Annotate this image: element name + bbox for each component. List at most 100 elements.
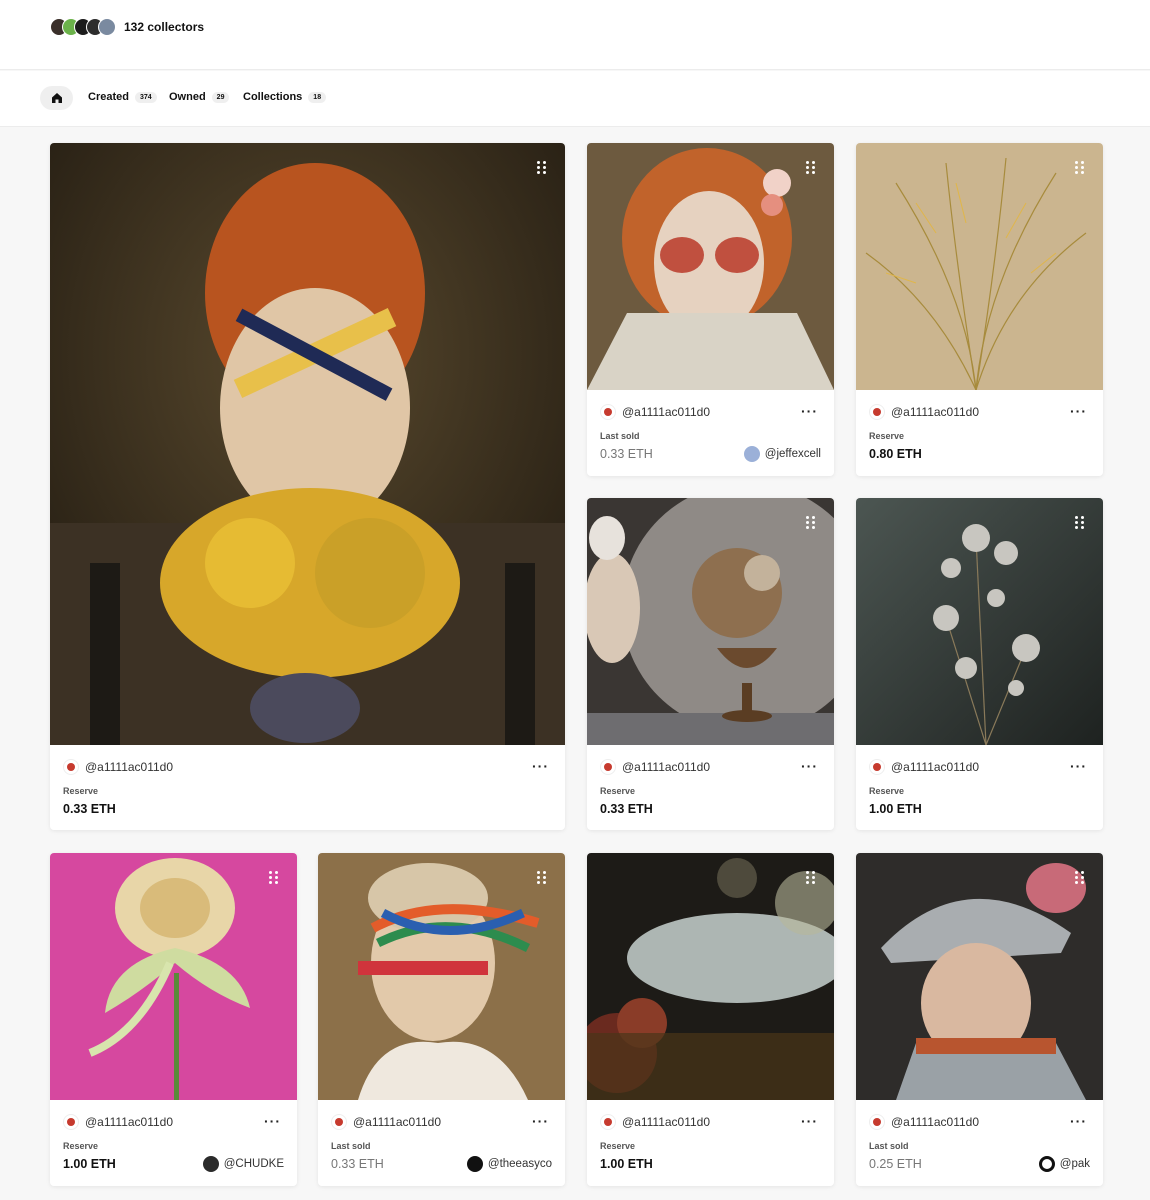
drag-handle-icon[interactable] bbox=[1075, 516, 1085, 530]
creator-handle[interactable]: @a1111ac011d0 bbox=[622, 760, 710, 774]
profile-tabs: Created 374 Owned 29 Collections 18 bbox=[0, 71, 1150, 127]
owner-avatar bbox=[743, 446, 760, 462]
price-label: Reserve bbox=[600, 786, 636, 796]
owner[interactable]: @jeffexcell bbox=[743, 446, 821, 462]
artwork-image[interactable] bbox=[587, 143, 834, 390]
artwork-card[interactable]: @a1111ac011d0 ··· Reserve 1.00 ETH bbox=[856, 498, 1103, 830]
artwork-image[interactable] bbox=[50, 143, 565, 745]
creator[interactable]: @a1111ac011d0 bbox=[869, 404, 979, 420]
more-options-icon[interactable]: ··· bbox=[801, 758, 818, 774]
artwork-card[interactable]: @a1111ac011d0 ··· Last sold 0.25 ETH @pa… bbox=[856, 853, 1103, 1186]
tab-label: Owned bbox=[169, 91, 206, 103]
creator[interactable]: @a1111ac011d0 bbox=[63, 1114, 173, 1130]
more-options-icon[interactable]: ··· bbox=[1070, 403, 1087, 419]
artwork-image[interactable] bbox=[856, 498, 1103, 745]
creator-avatar bbox=[869, 759, 885, 775]
artwork-image[interactable] bbox=[856, 853, 1103, 1100]
creator-handle[interactable]: @a1111ac011d0 bbox=[622, 1115, 710, 1129]
profile-header: 132 collectors bbox=[0, 0, 1150, 70]
creator-handle[interactable]: @a1111ac011d0 bbox=[891, 760, 979, 774]
owner[interactable]: @theeasyco bbox=[466, 1156, 552, 1172]
price-value: 0.33 ETH bbox=[600, 802, 653, 816]
artwork-card[interactable]: @a1111ac011d0 ··· Reserve 1.00 ETH bbox=[587, 853, 834, 1186]
price-value: 1.00 ETH bbox=[600, 1157, 653, 1171]
more-options-icon[interactable]: ··· bbox=[801, 403, 818, 419]
card-meta: @a1111ac011d0 ··· Reserve 0.80 ETH bbox=[856, 390, 1103, 476]
creator-handle[interactable]: @a1111ac011d0 bbox=[891, 405, 979, 419]
artwork-card[interactable]: @a1111ac011d0 ··· Reserve 0.33 ETH bbox=[587, 498, 834, 830]
avatar bbox=[98, 18, 116, 36]
drag-handle-icon[interactable] bbox=[537, 161, 547, 175]
creator[interactable]: @a1111ac011d0 bbox=[600, 759, 710, 775]
tab-created[interactable]: Created 374 bbox=[88, 91, 157, 103]
more-options-icon[interactable]: ··· bbox=[1070, 758, 1087, 774]
card-meta: @a1111ac011d0 ··· Reserve 0.33 ETH bbox=[50, 745, 565, 830]
owner-avatar bbox=[1038, 1156, 1055, 1172]
drag-handle-icon[interactable] bbox=[806, 161, 816, 175]
creator-avatar bbox=[600, 759, 616, 775]
collector-avatars bbox=[50, 18, 116, 36]
drag-handle-icon[interactable] bbox=[806, 516, 816, 530]
creator-handle[interactable]: @a1111ac011d0 bbox=[85, 1115, 173, 1129]
creator-avatar bbox=[869, 404, 885, 420]
tab-home[interactable] bbox=[40, 86, 73, 110]
creator-handle[interactable]: @a1111ac011d0 bbox=[353, 1115, 441, 1129]
tab-owned[interactable]: Owned 29 bbox=[169, 91, 230, 103]
home-icon bbox=[51, 93, 62, 103]
owner-handle[interactable]: @pak bbox=[1060, 1158, 1090, 1170]
more-options-icon[interactable]: ··· bbox=[801, 1113, 818, 1129]
creator-handle[interactable]: @a1111ac011d0 bbox=[891, 1115, 979, 1129]
owner-handle[interactable]: @theeasyco bbox=[488, 1158, 552, 1170]
creator-avatar bbox=[331, 1114, 347, 1130]
artwork-card[interactable]: @a1111ac011d0 ··· Last sold 0.33 ETH @th… bbox=[318, 853, 565, 1186]
creator-handle[interactable]: @a1111ac011d0 bbox=[85, 760, 173, 774]
creator[interactable]: @a1111ac011d0 bbox=[600, 404, 710, 420]
tab-label: Collections bbox=[243, 91, 303, 103]
drag-handle-icon[interactable] bbox=[269, 871, 279, 885]
collectors-summary[interactable]: 132 collectors bbox=[50, 18, 204, 36]
drag-handle-icon[interactable] bbox=[806, 871, 816, 885]
artwork-card[interactable]: @a1111ac011d0 ··· Last sold 0.33 ETH @je… bbox=[587, 143, 834, 476]
artwork-image[interactable] bbox=[318, 853, 565, 1100]
more-options-icon[interactable]: ··· bbox=[264, 1113, 281, 1129]
creator[interactable]: @a1111ac011d0 bbox=[869, 1114, 979, 1130]
owner-handle[interactable]: @CHUDKE bbox=[224, 1158, 284, 1170]
price-value: 1.00 ETH bbox=[63, 1157, 116, 1171]
price-label: Last sold bbox=[331, 1141, 371, 1151]
creator[interactable]: @a1111ac011d0 bbox=[63, 759, 173, 775]
artwork-card[interactable]: @a1111ac011d0 ··· Reserve 1.00 ETH @CHUD… bbox=[50, 853, 297, 1186]
price-value: 1.00 ETH bbox=[869, 802, 922, 816]
drag-handle-icon[interactable] bbox=[537, 871, 547, 885]
drag-handle-icon[interactable] bbox=[1075, 871, 1085, 885]
tab-label: Created bbox=[88, 91, 129, 103]
creator-avatar bbox=[63, 1114, 79, 1130]
creator[interactable]: @a1111ac011d0 bbox=[869, 759, 979, 775]
owner[interactable]: @CHUDKE bbox=[202, 1156, 284, 1172]
price-label: Reserve bbox=[869, 786, 905, 796]
more-options-icon[interactable]: ··· bbox=[532, 758, 549, 774]
tab-count: 29 bbox=[211, 91, 230, 103]
creator[interactable]: @a1111ac011d0 bbox=[331, 1114, 441, 1130]
tab-collections[interactable]: Collections 18 bbox=[243, 91, 327, 103]
artwork-card[interactable]: @a1111ac011d0 ··· Reserve 0.33 ETH bbox=[50, 143, 565, 830]
drag-handle-icon[interactable] bbox=[1075, 161, 1085, 175]
artwork-image[interactable] bbox=[587, 498, 834, 745]
owner[interactable]: @pak bbox=[1038, 1156, 1090, 1172]
creator-handle[interactable]: @a1111ac011d0 bbox=[622, 405, 710, 419]
artwork-image[interactable] bbox=[50, 853, 297, 1100]
price-value: 0.80 ETH bbox=[869, 447, 922, 461]
price-value: 0.33 ETH bbox=[63, 802, 116, 816]
card-meta: @a1111ac011d0 ··· Last sold 0.25 ETH @pa… bbox=[856, 1100, 1103, 1186]
more-options-icon[interactable]: ··· bbox=[1070, 1113, 1087, 1129]
owner-handle[interactable]: @jeffexcell bbox=[765, 448, 821, 460]
price-label: Last sold bbox=[869, 1141, 909, 1151]
price-value: 0.33 ETH bbox=[331, 1157, 384, 1171]
creator[interactable]: @a1111ac011d0 bbox=[600, 1114, 710, 1130]
price-label: Reserve bbox=[600, 1141, 636, 1151]
collectors-count[interactable]: 132 collectors bbox=[124, 20, 204, 34]
artwork-card[interactable]: @a1111ac011d0 ··· Reserve 0.80 ETH bbox=[856, 143, 1103, 476]
more-options-icon[interactable]: ··· bbox=[532, 1113, 549, 1129]
creator-avatar bbox=[869, 1114, 885, 1130]
artwork-image[interactable] bbox=[587, 853, 834, 1100]
artwork-image[interactable] bbox=[856, 143, 1103, 390]
